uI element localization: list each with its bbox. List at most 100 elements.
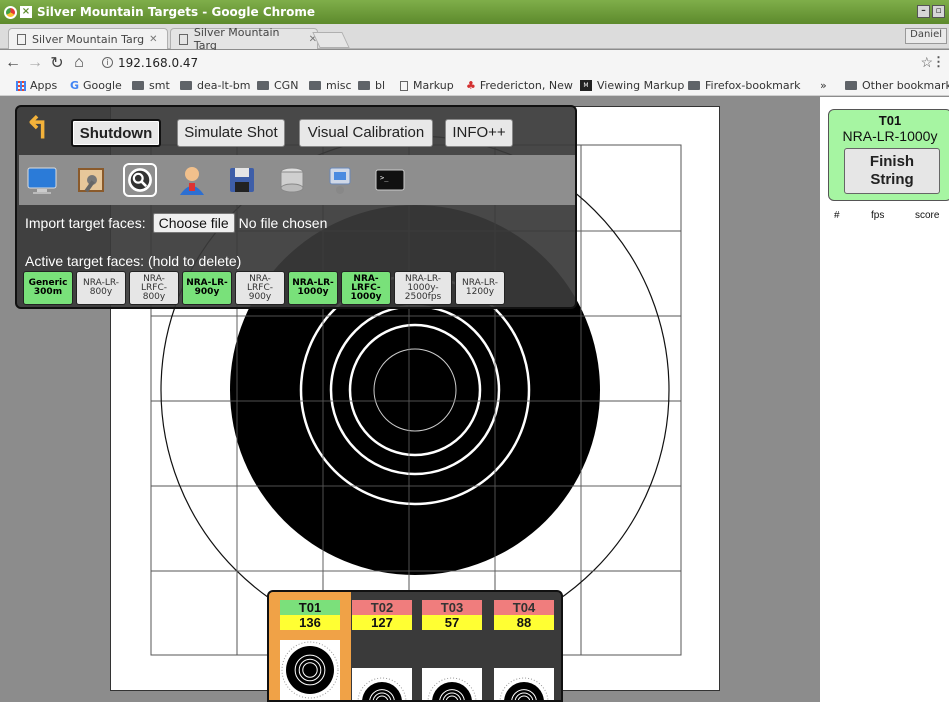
lane-target-thumbnail[interactable] — [494, 668, 554, 702]
lane-t01[interactable]: T01 136 — [280, 600, 340, 700]
user-icon[interactable] — [175, 163, 209, 197]
window-titlebar: × Silver Mountain Targets - Google Chrom… — [0, 0, 949, 24]
target-face-button[interactable]: NRA-LR- 1200y — [455, 271, 505, 305]
folder-icon — [688, 81, 700, 90]
bookmark-label: CGN — [274, 79, 299, 92]
maple-leaf-icon: ♣ — [466, 79, 476, 92]
tab-bar: Silver Mountain Targ ✕ Silver Mountain T… — [0, 24, 949, 52]
info-icon[interactable]: i — [102, 57, 113, 68]
maximize-icon[interactable]: ▫ — [932, 5, 945, 18]
bookmark-smt[interactable]: smt — [132, 79, 170, 92]
lane-selector: T01 136 T02 127 T03 57 T04 88 — [267, 590, 563, 702]
bookmarks-bar: Apps G Google smt dea-lt-bm CGN misc bl M… — [0, 76, 949, 96]
new-tab-button[interactable] — [312, 32, 350, 48]
menu-icon[interactable]: ⋮ — [932, 54, 945, 70]
bookmark-other[interactable]: Other bookmarks — [845, 79, 949, 92]
window-controls: – ▫ — [917, 5, 945, 18]
bookmark-label: Fredericton, New — [479, 79, 573, 92]
control-panel: ↰ Shutdown Simulate Shot Visual Calibrat… — [15, 105, 577, 309]
bookmark-firefox[interactable]: Firefox-bookmark — [688, 79, 816, 92]
window-title: Silver Mountain Targets - Google Chrome — [37, 5, 315, 19]
tab-close-icon[interactable]: ✕ — [149, 34, 157, 45]
lane-target-thumbnail[interactable] — [422, 668, 482, 702]
lane-target-thumbnail[interactable] — [352, 668, 412, 702]
page-icon — [17, 33, 26, 45]
target-face-button[interactable]: NRA- LRFC- 800y — [129, 271, 179, 305]
profile-button[interactable]: Daniel — [905, 28, 947, 44]
active-faces-label: Active target faces: (hold to delete) — [25, 253, 242, 269]
info-button[interactable]: INFO++ — [445, 119, 513, 147]
bookmark-google[interactable]: G Google — [70, 79, 122, 92]
bookmark-label: misc — [326, 79, 352, 92]
import-row: Import target faces: Choose file No file… — [25, 213, 327, 233]
bookmark-apps[interactable]: Apps — [16, 79, 57, 92]
bookmark-label: Firefox-bookmark — [705, 79, 801, 92]
target-face-button[interactable]: NRA- LRFC- 1000y — [341, 271, 391, 305]
database-icon[interactable] — [275, 163, 309, 197]
reload-icon[interactable]: ↻ — [48, 53, 66, 73]
target-face-button[interactable]: Generic 300m — [23, 271, 73, 305]
back-arrow-icon[interactable]: ↰ — [25, 114, 50, 144]
home-icon[interactable]: ⌂ — [70, 54, 88, 72]
close-window-icon[interactable]: × — [20, 6, 32, 18]
simulate-shot-button[interactable]: Simulate Shot — [177, 119, 285, 147]
bookmark-cgn[interactable]: CGN — [257, 79, 298, 92]
page-icon — [179, 33, 188, 45]
bookmark-misc[interactable]: misc — [309, 79, 352, 92]
column-shot-number: # — [834, 210, 840, 221]
bookmark-markup[interactable]: Markup — [400, 79, 454, 92]
column-score: score — [915, 210, 940, 221]
google-icon: G — [70, 79, 80, 92]
forward-icon[interactable]: → — [26, 54, 44, 72]
lane-t03[interactable]: T03 57 — [422, 600, 482, 700]
lane-target-thumbnail[interactable] — [280, 640, 340, 700]
target-face-button[interactable]: NRA-LR- 900y — [182, 271, 232, 305]
tab-label: Silver Mountain Targ — [32, 32, 145, 46]
bookmark-label: dea-lt-bm — [197, 79, 251, 92]
bookmark-label: smt — [149, 79, 170, 92]
bookmark-fredericton[interactable]: ♣ Fredericton, New — [466, 79, 573, 92]
minimize-icon[interactable]: – — [917, 5, 930, 18]
terminal-icon[interactable]: >_ — [373, 163, 407, 197]
lane-name: T01 — [280, 600, 340, 615]
network-icon[interactable] — [323, 163, 357, 197]
markup-icon: M — [580, 80, 592, 91]
target-face-button[interactable]: NRA-LR- 1000y- 2500fps — [394, 271, 452, 305]
lane-card-face: NRA-LR-1000y — [842, 128, 938, 144]
lane-t04[interactable]: T04 88 — [494, 600, 554, 700]
browser-toolbar: ← → ↻ ⌂ i 192.168.0.47 ☆ ⋮ — [0, 50, 949, 76]
target-face-button[interactable]: NRA-LR- 800y — [76, 271, 126, 305]
zoom-target-icon[interactable] — [123, 163, 157, 197]
shutdown-button[interactable]: Shutdown — [71, 119, 161, 147]
tab-silver-mountain-2[interactable]: Silver Mountain Targ ✕ — [170, 26, 318, 52]
bookmark-label: bl — [375, 79, 386, 92]
folder-icon — [180, 81, 192, 90]
lane-card: T01 NRA-LR-1000y Finish String — [828, 109, 949, 201]
address-bar[interactable]: i 192.168.0.47 — [102, 52, 928, 73]
picture-settings-icon[interactable] — [75, 163, 109, 197]
bookmarks-overflow[interactable]: » — [820, 79, 827, 92]
tab-label: Silver Mountain Targ — [193, 26, 280, 52]
bookmark-dea-lt-bm[interactable]: dea-lt-bm — [180, 79, 251, 92]
target-face-button[interactable]: NRA-LR- 1000y — [288, 271, 338, 305]
folder-icon — [845, 81, 857, 90]
lane-shot-count: 57 — [422, 615, 482, 630]
lane-t02[interactable]: T02 127 — [352, 600, 412, 700]
target-face-button[interactable]: NRA- LRFC- 900y — [235, 271, 285, 305]
choose-file-button[interactable]: Choose file — [152, 213, 235, 233]
bookmark-bl[interactable]: bl — [358, 79, 385, 92]
monitor-icon[interactable] — [25, 163, 59, 197]
back-icon[interactable]: ← — [4, 54, 22, 72]
tab-silver-mountain-1[interactable]: Silver Mountain Targ ✕ — [8, 28, 168, 49]
visual-calibration-button[interactable]: Visual Calibration — [299, 119, 433, 147]
finish-string-button[interactable]: Finish String — [844, 148, 940, 194]
url-text: 192.168.0.47 — [118, 55, 199, 70]
lane-shot-count: 127 — [352, 615, 412, 630]
save-icon[interactable] — [225, 163, 259, 197]
overflow-chevron-icon: » — [820, 79, 827, 92]
bookmark-viewing-markup[interactable]: M Viewing Markup — [580, 79, 684, 92]
icon-toolbar: >_ — [19, 155, 575, 205]
folder-icon — [309, 81, 321, 90]
lane-shot-count: 88 — [494, 615, 554, 630]
page-icon — [400, 80, 408, 91]
